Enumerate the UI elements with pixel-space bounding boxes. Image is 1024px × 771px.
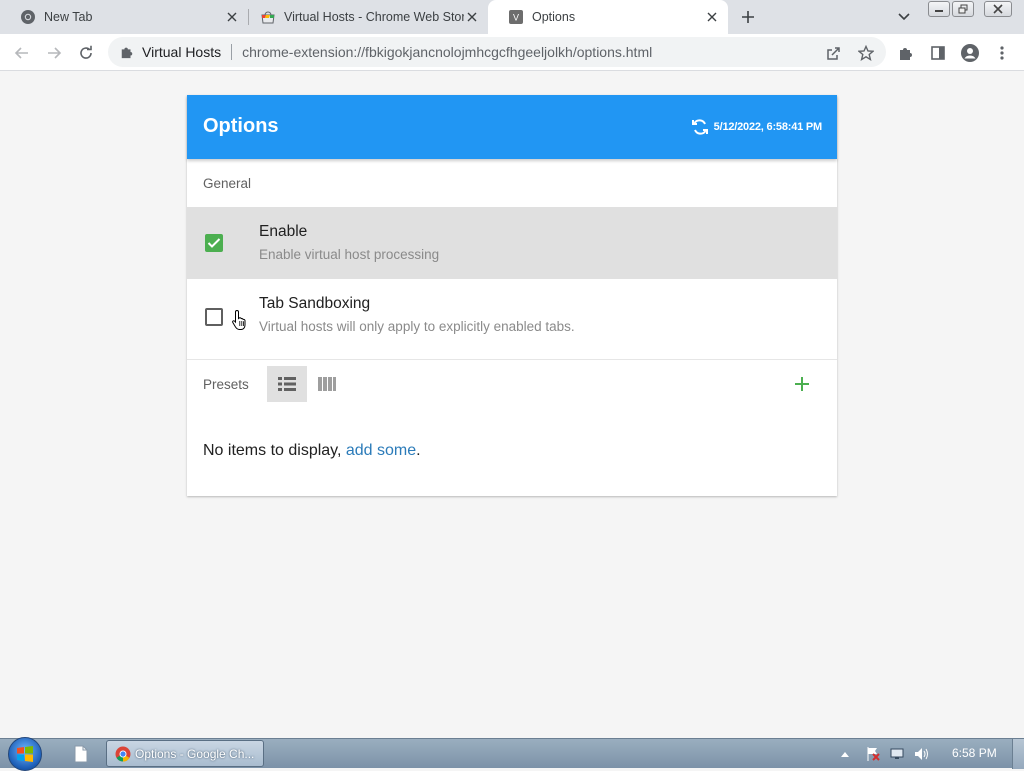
- share-icon: [827, 47, 840, 60]
- checkmark-icon: [207, 238, 221, 248]
- taskbar-item-label: Options - Google Ch...: [135, 746, 255, 761]
- share-button[interactable]: [821, 40, 847, 66]
- empty-text: No items to display,: [203, 442, 346, 459]
- option-title: Tab Sandboxing: [259, 295, 371, 312]
- divider: [187, 359, 837, 360]
- url-text[interactable]: chrome-extension://fbkigokjancnolojmhcgc…: [242, 44, 652, 60]
- puzzle-icon: [900, 48, 912, 60]
- option-enable[interactable]: Enable Enable virtual host processing: [187, 207, 837, 279]
- side-panel-icon: [931, 46, 945, 60]
- close-tab-icon[interactable]: [464, 9, 480, 25]
- action-center-flag-icon[interactable]: [866, 746, 880, 762]
- page-content: Options 5/12/2022, 6:58:41 PM General En…: [0, 71, 1024, 738]
- restore-button[interactable]: [952, 1, 974, 17]
- page-title: Options: [203, 115, 279, 137]
- list-view-button[interactable]: [267, 366, 307, 402]
- start-button[interactable]: [8, 737, 42, 771]
- tab-sandboxing-checkbox[interactable]: [205, 308, 223, 326]
- column-view-button[interactable]: [309, 366, 345, 402]
- tab-title: New Tab: [44, 10, 93, 24]
- favicon-letter: V: [513, 13, 519, 23]
- option-tab-sandboxing[interactable]: Tab Sandboxing Virtual hosts will only a…: [187, 279, 837, 351]
- reload-button[interactable]: [73, 40, 99, 66]
- tab-new-tab[interactable]: New Tab: [0, 0, 248, 34]
- puzzle-icon: [120, 45, 134, 59]
- windows-logo-icon: [17, 746, 33, 762]
- empty-state-message: No items to display, add some.: [203, 442, 421, 460]
- webstore-icon: [260, 9, 276, 25]
- arrow-left-icon: [14, 47, 28, 59]
- option-title: Enable: [259, 223, 308, 240]
- view-column-icon: [318, 377, 336, 391]
- system-tray: [840, 739, 930, 769]
- restore-icon: [958, 4, 968, 14]
- menu-button[interactable]: [989, 40, 1015, 66]
- chevron-up-icon[interactable]: [840, 750, 850, 758]
- chrome-icon: [115, 746, 131, 762]
- minimize-button[interactable]: [928, 1, 950, 17]
- close-tab-icon[interactable]: [224, 9, 240, 25]
- os-taskbar: Options - Google Ch... 6:58 PM: [0, 737, 1024, 771]
- reload-icon: [80, 45, 92, 59]
- tab-chrome-web-store[interactable]: Virtual Hosts - Chrome Web Store: [240, 0, 488, 34]
- kebab-menu-icon: [1000, 46, 1004, 60]
- site-label: Virtual Hosts: [142, 44, 222, 60]
- list-view-icon: [278, 377, 296, 391]
- bookmark-button[interactable]: [853, 40, 879, 66]
- browser-tab-strip: New Tab Virtual Hosts - Chrome Web Store…: [0, 0, 1024, 34]
- extensions-button[interactable]: [893, 40, 919, 66]
- options-card: Options 5/12/2022, 6:58:41 PM General En…: [187, 95, 837, 496]
- tab-options[interactable]: V Options: [488, 0, 728, 34]
- option-subtitle: Virtual hosts will only apply to explici…: [259, 319, 575, 334]
- address-bar[interactable]: Virtual Hosts chrome-extension://fbkigok…: [108, 37, 886, 67]
- avatar-icon: [961, 44, 979, 62]
- close-icon: [993, 4, 1003, 14]
- tab-title: Virtual Hosts - Chrome Web Store: [284, 10, 464, 24]
- presets-label: Presets: [203, 377, 249, 392]
- sync-timestamp: 5/12/2022, 6:58:41 PM: [713, 121, 823, 133]
- speaker-icon[interactable]: [914, 747, 930, 761]
- star-icon: [858, 45, 874, 61]
- tab-search-button[interactable]: [894, 7, 914, 27]
- enable-checkbox[interactable]: [205, 234, 223, 252]
- show-desktop-button[interactable]: [1012, 739, 1024, 769]
- chrome-icon: [20, 9, 36, 25]
- empty-suffix: .: [416, 442, 421, 459]
- plus-icon: [795, 377, 809, 391]
- option-subtitle: Enable virtual host processing: [259, 247, 440, 262]
- profile-button[interactable]: [957, 40, 983, 66]
- chevron-down-icon: [898, 13, 910, 21]
- sync-icon: [691, 119, 708, 135]
- forward-button[interactable]: [41, 40, 67, 66]
- network-icon[interactable]: [890, 747, 904, 761]
- minimize-icon: [935, 10, 943, 12]
- arrow-right-icon: [48, 47, 62, 59]
- hand-pointer-cursor: [232, 309, 246, 330]
- plus-icon: [742, 11, 754, 23]
- extension-v-icon: V: [508, 9, 524, 25]
- tab-title: Options: [532, 10, 576, 24]
- add-preset-button[interactable]: [787, 371, 817, 397]
- options-header: Options 5/12/2022, 6:58:41 PM: [187, 95, 837, 159]
- taskbar-chrome-item[interactable]: Options - Google Ch...: [106, 740, 264, 767]
- add-some-link[interactable]: add some: [346, 442, 416, 459]
- back-button[interactable]: [9, 40, 35, 66]
- section-heading-general: General: [203, 176, 252, 191]
- side-panel-button[interactable]: [925, 40, 951, 66]
- browser-toolbar: Virtual Hosts chrome-extension://fbkigok…: [0, 34, 1024, 71]
- file-icon[interactable]: [72, 744, 90, 764]
- close-window-button[interactable]: [984, 1, 1012, 17]
- clock[interactable]: 6:58 PM: [952, 746, 997, 760]
- sync-status[interactable]: 5/12/2022, 6:58:41 PM: [690, 115, 822, 139]
- omnibox-divider: [231, 44, 233, 60]
- close-tab-icon[interactable]: [704, 9, 720, 25]
- new-tab-button[interactable]: [736, 5, 760, 29]
